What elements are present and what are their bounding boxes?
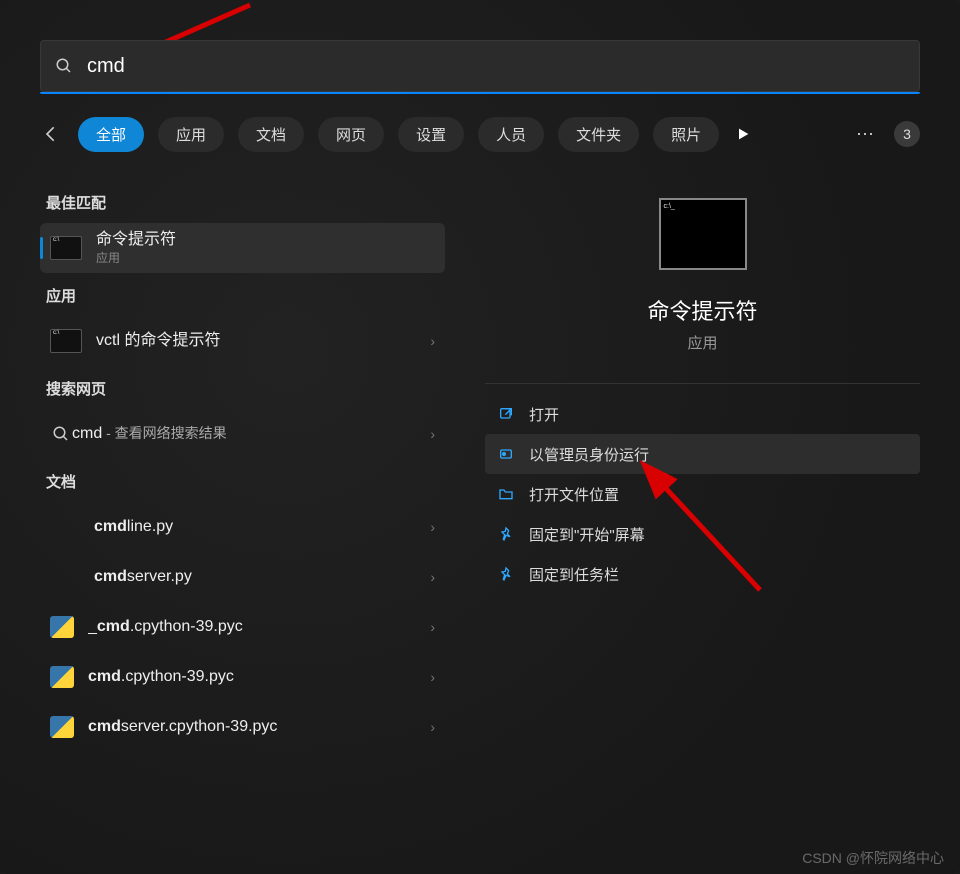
file-icon	[50, 516, 80, 538]
result-title: cmdline.py	[94, 517, 430, 536]
results-panel: 最佳匹配 c:\ 命令提示符 应用 应用 c:\ vctl 的命令提示符 › 搜…	[40, 180, 445, 752]
filter-tab-apps[interactable]: 应用	[158, 117, 224, 152]
file-icon	[50, 566, 80, 588]
python-file-icon	[50, 716, 74, 738]
action-label: 打开文件位置	[529, 484, 619, 505]
more-button[interactable]: ⋯	[856, 124, 876, 145]
play-icon[interactable]	[733, 124, 753, 144]
search-underline	[40, 92, 920, 94]
preview-sub: 应用	[687, 332, 717, 353]
action-open-location[interactable]: 打开文件位置	[485, 474, 920, 514]
filter-tab-web[interactable]: 网页	[318, 117, 384, 152]
result-title: cmd.cpython-39.pyc	[88, 667, 430, 686]
filter-tab-people[interactable]: 人员	[478, 117, 544, 152]
result-title: _cmd.cpython-39.pyc	[88, 617, 430, 636]
cmd-icon: c:\	[50, 236, 82, 260]
filter-tab-settings[interactable]: 设置	[398, 117, 464, 152]
result-doc[interactable]: cmdserver.py›	[40, 552, 445, 602]
section-docs: 文档	[46, 471, 445, 492]
chevron-right-icon: ›	[430, 719, 435, 735]
action-label: 固定到"开始"屏幕	[529, 524, 645, 545]
result-doc[interactable]: cmdline.py›	[40, 502, 445, 552]
action-label: 打开	[529, 404, 559, 425]
python-file-icon	[50, 616, 74, 638]
result-title: cmdserver.cpython-39.pyc	[88, 717, 430, 736]
shield-icon	[497, 445, 515, 463]
result-title: vctl 的命令提示符	[96, 331, 430, 350]
search-icon	[55, 57, 73, 75]
action-run-admin[interactable]: 以管理员身份运行	[485, 434, 920, 474]
cmd-preview-icon: c:\_	[659, 198, 747, 270]
section-best-match: 最佳匹配	[46, 192, 445, 213]
result-title: cmdserver.py	[94, 567, 430, 586]
chevron-right-icon: ›	[430, 569, 435, 585]
python-file-icon	[50, 666, 74, 688]
open-icon	[497, 405, 515, 423]
action-pin-start[interactable]: 固定到"开始"屏幕	[485, 514, 920, 554]
chevron-right-icon: ›	[430, 426, 435, 442]
back-button[interactable]	[40, 122, 64, 146]
result-sub: 应用	[96, 249, 435, 266]
filter-tab-photos[interactable]: 照片	[653, 117, 719, 152]
pin-icon	[497, 525, 515, 543]
watermark: CSDN @怀院网络中心	[802, 848, 944, 868]
pin-icon	[497, 565, 515, 583]
section-web: 搜索网页	[46, 378, 445, 399]
filter-row: 全部 应用 文档 网页 设置 人员 文件夹 照片 ⋯ 3	[40, 114, 920, 154]
result-web-search[interactable]: cmd - 查看网络搜索结果 ›	[40, 409, 445, 459]
cmd-icon: c:\	[50, 329, 82, 353]
count-badge[interactable]: 3	[894, 121, 920, 147]
preview-title: 命令提示符	[647, 294, 757, 326]
chevron-right-icon: ›	[430, 619, 435, 635]
filter-tab-all[interactable]: 全部	[78, 117, 144, 152]
chevron-right-icon: ›	[430, 669, 435, 685]
chevron-right-icon: ›	[430, 333, 435, 349]
filter-tab-folders[interactable]: 文件夹	[558, 117, 639, 152]
action-label: 以管理员身份运行	[529, 444, 649, 465]
action-label: 固定到任务栏	[529, 564, 619, 585]
result-doc[interactable]: _cmd.cpython-39.pyc›	[40, 602, 445, 652]
action-pin-taskbar[interactable]: 固定到任务栏	[485, 554, 920, 594]
folder-icon	[497, 485, 515, 503]
result-doc[interactable]: cmdserver.cpython-39.pyc›	[40, 702, 445, 752]
result-title: 命令提示符	[96, 230, 435, 249]
filter-tab-docs[interactable]: 文档	[238, 117, 304, 152]
search-window: 全部 应用 文档 网页 设置 人员 文件夹 照片 ⋯ 3 最佳匹配 c:\ 命令…	[0, 0, 960, 874]
chevron-right-icon: ›	[430, 519, 435, 535]
result-app-vctl[interactable]: c:\ vctl 的命令提示符 ›	[40, 316, 445, 366]
section-apps: 应用	[46, 285, 445, 306]
result-title: cmd - 查看网络搜索结果	[72, 424, 430, 443]
search-icon	[50, 423, 72, 445]
preview-panel: c:\_ 命令提示符 应用 打开以管理员身份运行打开文件位置固定到"开始"屏幕固…	[485, 180, 920, 752]
result-doc[interactable]: cmd.cpython-39.pyc›	[40, 652, 445, 702]
search-input[interactable]	[85, 54, 905, 79]
action-open[interactable]: 打开	[485, 394, 920, 434]
search-bar[interactable]	[40, 40, 920, 92]
result-best-match[interactable]: c:\ 命令提示符 应用	[40, 223, 445, 273]
divider	[485, 383, 920, 384]
